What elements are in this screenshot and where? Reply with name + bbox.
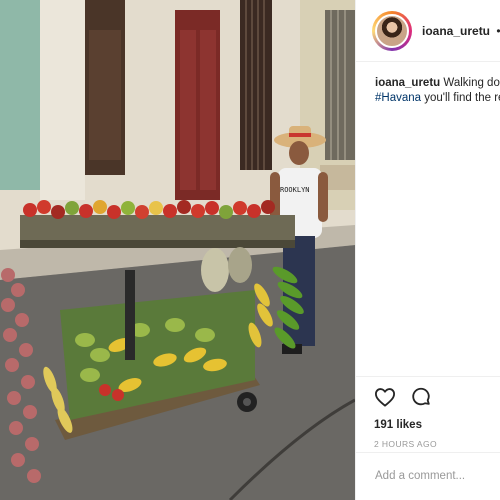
comment-form xyxy=(356,452,500,500)
hashtag-link[interactable]: #Havana xyxy=(375,92,421,104)
caption-text-line2: you'll find the re xyxy=(421,92,500,104)
post-header: ioana_uretu • Fo xyxy=(356,0,500,62)
comment-icon[interactable] xyxy=(410,386,432,408)
action-icons xyxy=(374,385,500,409)
post-timestamp[interactable]: 2 HOURS AGO xyxy=(374,439,500,449)
post-header-text: ioana_uretu • Fo xyxy=(422,24,500,38)
street-scene-image: ROOKLYN xyxy=(0,0,355,500)
shirt-print: ROOKLYN xyxy=(280,186,310,194)
likes-count[interactable]: 191 likes xyxy=(374,419,500,431)
caption-text-line1: Walking dov xyxy=(443,77,500,89)
post-sidebar: ioana_uretu • Fo ioana_uretu Walking dov… xyxy=(355,0,500,500)
comment-input[interactable] xyxy=(375,470,495,482)
header-separator: • xyxy=(496,24,500,38)
avatar[interactable] xyxy=(372,10,412,51)
avatar-image xyxy=(375,13,409,48)
caption-username-link[interactable]: ioana_uretu xyxy=(375,77,440,89)
heart-icon[interactable] xyxy=(374,386,396,408)
post-caption: ioana_uretu Walking dov #Havana you'll f… xyxy=(375,76,500,106)
post-username-link[interactable]: ioana_uretu xyxy=(422,24,490,38)
post-photo[interactable]: ROOKLYN xyxy=(0,0,355,500)
